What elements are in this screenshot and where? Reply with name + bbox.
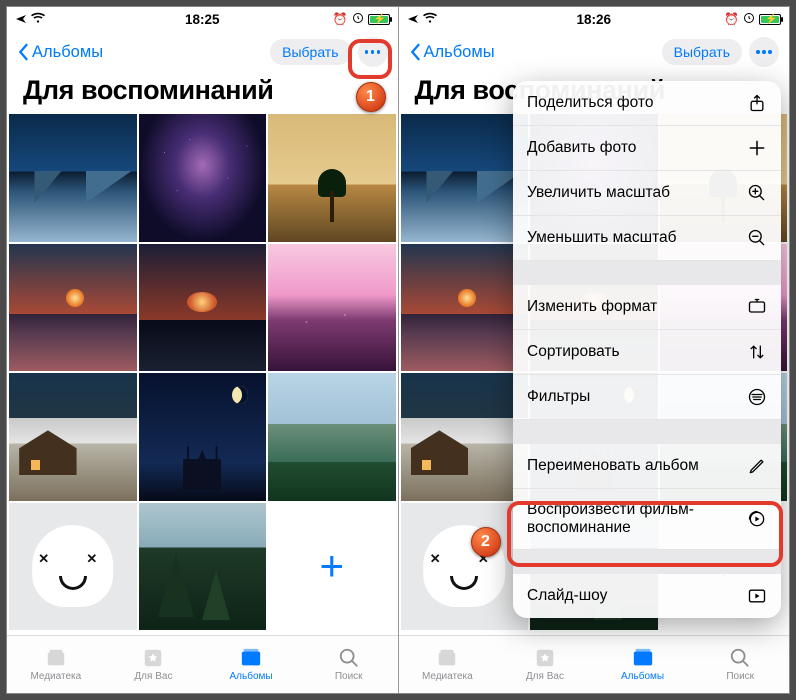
step-badge: 2 xyxy=(471,527,501,557)
plus-icon xyxy=(747,138,767,158)
share-icon xyxy=(747,93,767,113)
albums-icon xyxy=(631,647,655,669)
sort-icon xyxy=(747,342,767,362)
for-you-icon xyxy=(141,647,165,669)
context-menu: Поделиться фото Добавить фото Увеличить … xyxy=(513,81,781,618)
menu-zoom-out[interactable]: Уменьшить масштаб xyxy=(513,216,781,261)
step-badge: 1 xyxy=(356,82,386,112)
menu-slideshow[interactable]: Слайд-шоу xyxy=(513,574,781,618)
photo-thumbnail[interactable] xyxy=(401,373,529,501)
photo-thumbnail[interactable] xyxy=(401,244,529,372)
page-title: Для воспоминаний xyxy=(23,75,382,106)
battery-icon: ⚡ xyxy=(759,14,781,25)
nav-bar: Альбомы Выбрать xyxy=(7,31,398,73)
more-button[interactable] xyxy=(358,37,388,67)
rotation-lock-icon xyxy=(743,12,755,27)
clock: 18:26 xyxy=(576,12,611,27)
clock: 18:25 xyxy=(185,12,220,27)
photo-thumbnail[interactable] xyxy=(139,503,267,631)
menu-play-memory[interactable]: Воспроизвести фильм-воспоминание xyxy=(513,489,781,550)
airplane-icon xyxy=(407,13,419,25)
tab-albums[interactable]: Альбомы xyxy=(594,636,692,693)
menu-zoom-in[interactable]: Увеличить масштаб xyxy=(513,171,781,216)
menu-aspect[interactable]: Изменить формат xyxy=(513,285,781,330)
airplane-icon xyxy=(15,13,27,25)
battery-icon: ⚡ xyxy=(368,14,390,25)
for-you-icon xyxy=(533,647,557,669)
menu-rename[interactable]: Переименовать альбом xyxy=(513,444,781,489)
tab-albums[interactable]: Альбомы xyxy=(202,636,300,693)
zoom-in-icon xyxy=(747,183,767,203)
photo-thumbnail[interactable] xyxy=(139,244,267,372)
add-photo-button[interactable]: + xyxy=(268,503,396,631)
photo-grid: + xyxy=(7,114,398,630)
more-button[interactable] xyxy=(749,37,779,67)
pencil-icon xyxy=(747,456,767,476)
rotation-lock-icon xyxy=(352,12,364,27)
zoom-out-icon xyxy=(747,228,767,248)
photo-thumbnail[interactable] xyxy=(268,244,396,372)
back-button[interactable]: Альбомы xyxy=(17,43,103,62)
albums-icon xyxy=(239,647,263,669)
chevron-left-icon xyxy=(409,43,421,61)
back-label: Альбомы xyxy=(32,43,103,62)
menu-sort[interactable]: Сортировать xyxy=(513,330,781,375)
aspect-icon xyxy=(747,297,767,317)
search-icon xyxy=(728,647,752,669)
wifi-icon xyxy=(31,12,45,27)
menu-add[interactable]: Добавить фото xyxy=(513,126,781,171)
photo-thumbnail[interactable] xyxy=(139,114,267,242)
photo-thumbnail[interactable] xyxy=(9,373,137,501)
tab-search[interactable]: Поиск xyxy=(300,636,398,693)
tab-bar: Медиатека Для Вас Альбомы Поиск xyxy=(399,635,790,693)
library-icon xyxy=(44,647,68,669)
photo-thumbnail[interactable] xyxy=(401,114,529,242)
tab-bar: Медиатека Для Вас Альбомы Поиск xyxy=(7,635,398,693)
tab-for-you[interactable]: Для Вас xyxy=(496,636,594,693)
alarm-icon: ⏰ xyxy=(724,12,739,26)
back-button[interactable]: Альбомы xyxy=(409,43,495,62)
photo-thumbnail[interactable] xyxy=(139,373,267,501)
tab-for-you[interactable]: Для Вас xyxy=(105,636,203,693)
screenshot-left: 18:25 ⏰ ⚡ Альбомы Выбрать Для воспомин xyxy=(7,7,398,693)
play-rect-icon xyxy=(747,586,767,606)
back-label: Альбомы xyxy=(424,43,495,62)
memory-play-icon xyxy=(747,509,767,529)
screenshot-right: 18:26 ⏰ ⚡ Альбомы Выбрать Для воспомин xyxy=(399,7,790,693)
photo-thumbnail[interactable] xyxy=(401,503,529,631)
menu-filters[interactable]: Фильтры xyxy=(513,375,781,420)
wifi-icon xyxy=(423,12,437,27)
chevron-left-icon xyxy=(17,43,29,61)
search-icon xyxy=(337,647,361,669)
select-button[interactable]: Выбрать xyxy=(662,39,742,65)
photo-thumbnail[interactable] xyxy=(9,244,137,372)
tab-search[interactable]: Поиск xyxy=(691,636,789,693)
status-bar: 18:25 ⏰ ⚡ xyxy=(7,7,398,31)
select-button[interactable]: Выбрать xyxy=(270,39,350,65)
photo-thumbnail[interactable] xyxy=(268,373,396,501)
alarm-icon: ⏰ xyxy=(333,12,348,26)
filter-icon xyxy=(747,387,767,407)
tab-media[interactable]: Медиатека xyxy=(399,636,497,693)
library-icon xyxy=(435,647,459,669)
status-bar: 18:26 ⏰ ⚡ xyxy=(399,7,790,31)
tab-media[interactable]: Медиатека xyxy=(7,636,105,693)
nav-bar: Альбомы Выбрать xyxy=(399,31,790,73)
photo-thumbnail[interactable] xyxy=(268,114,396,242)
photo-thumbnail[interactable] xyxy=(9,114,137,242)
photo-thumbnail[interactable] xyxy=(9,503,137,631)
menu-share[interactable]: Поделиться фото xyxy=(513,81,781,126)
